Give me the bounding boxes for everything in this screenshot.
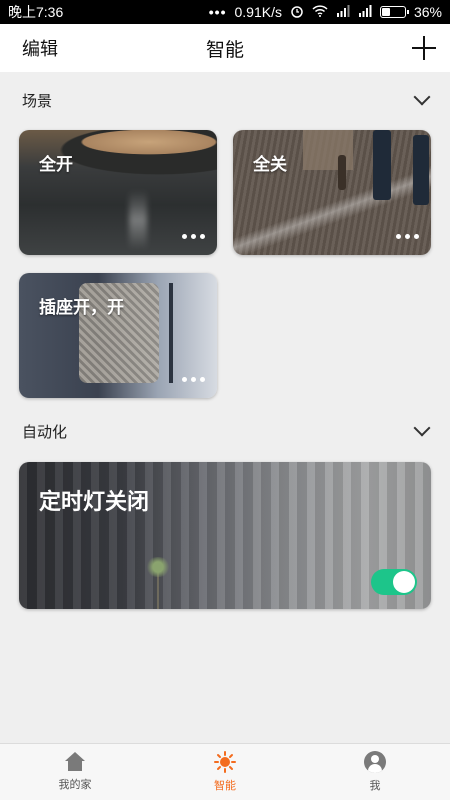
scene-card-all-on[interactable]: 全开 — [19, 130, 217, 255]
automation-section-title: 自动化 — [22, 422, 68, 441]
runner-figure — [413, 135, 429, 205]
chevron-down-icon[interactable] — [413, 419, 431, 437]
battery-icon — [379, 6, 409, 18]
automation-toggle[interactable] — [371, 569, 417, 595]
nav-label: 智能 — [214, 779, 236, 792]
plus-icon[interactable] — [412, 36, 436, 60]
edit-button[interactable]: 编辑 — [22, 35, 58, 61]
scene-card-all-off[interactable]: 全关 — [233, 130, 431, 255]
status-time: 晚上7:36 — [8, 4, 64, 20]
nav-item-my-home[interactable]: 我的家 — [0, 744, 150, 800]
more-icon[interactable] — [182, 234, 205, 239]
notification-dots: ••• — [208, 4, 227, 20]
battery-percent: 36% — [413, 4, 442, 20]
scene-name: 全关 — [253, 155, 287, 175]
status-bar: 晚上7:36 ••• 0.91K/s 36% — [0, 0, 450, 24]
runner-figure — [373, 130, 391, 200]
scene-name: 全开 — [39, 155, 73, 175]
card-image — [139, 557, 179, 609]
home-icon — [64, 752, 86, 772]
toggle-knob — [393, 571, 415, 593]
network-speed: 0.91K/s — [234, 4, 282, 20]
scenes-section-header[interactable]: 场景 — [22, 88, 432, 111]
wifi-icon — [312, 4, 328, 20]
bed-frame — [169, 283, 173, 383]
alarm-icon — [290, 4, 304, 21]
card-image — [129, 190, 147, 250]
scene-name: 插座开，开 — [39, 298, 124, 318]
app-header: 编辑 智能 — [0, 24, 450, 72]
scene-card-socket-on[interactable]: 插座开，开 — [19, 273, 217, 398]
walker-figure — [338, 155, 346, 190]
nav-item-me[interactable]: 我 — [300, 744, 450, 800]
bottom-nav: 我的家 智能 我 — [0, 743, 450, 800]
signal-icon-2 — [358, 4, 372, 20]
automation-card-timer-light-off[interactable]: 定时灯关闭 — [19, 462, 431, 609]
page-title: 智能 — [205, 38, 244, 61]
signal-icon-1 — [336, 4, 350, 20]
status-right: ••• 0.91K/s 36% — [209, 4, 442, 21]
sun-icon — [214, 751, 236, 773]
user-icon — [364, 751, 386, 773]
automation-name: 定时灯关闭 — [39, 490, 150, 515]
chevron-down-icon[interactable] — [413, 88, 431, 106]
nav-label: 我 — [369, 779, 381, 792]
more-icon[interactable] — [182, 377, 205, 382]
scenes-section-title: 场景 — [22, 91, 53, 110]
automation-section-header[interactable]: 自动化 — [22, 419, 432, 442]
nav-label: 我的家 — [58, 778, 92, 791]
more-icon[interactable] — [396, 234, 419, 239]
nav-item-smart[interactable]: 智能 — [150, 744, 300, 800]
